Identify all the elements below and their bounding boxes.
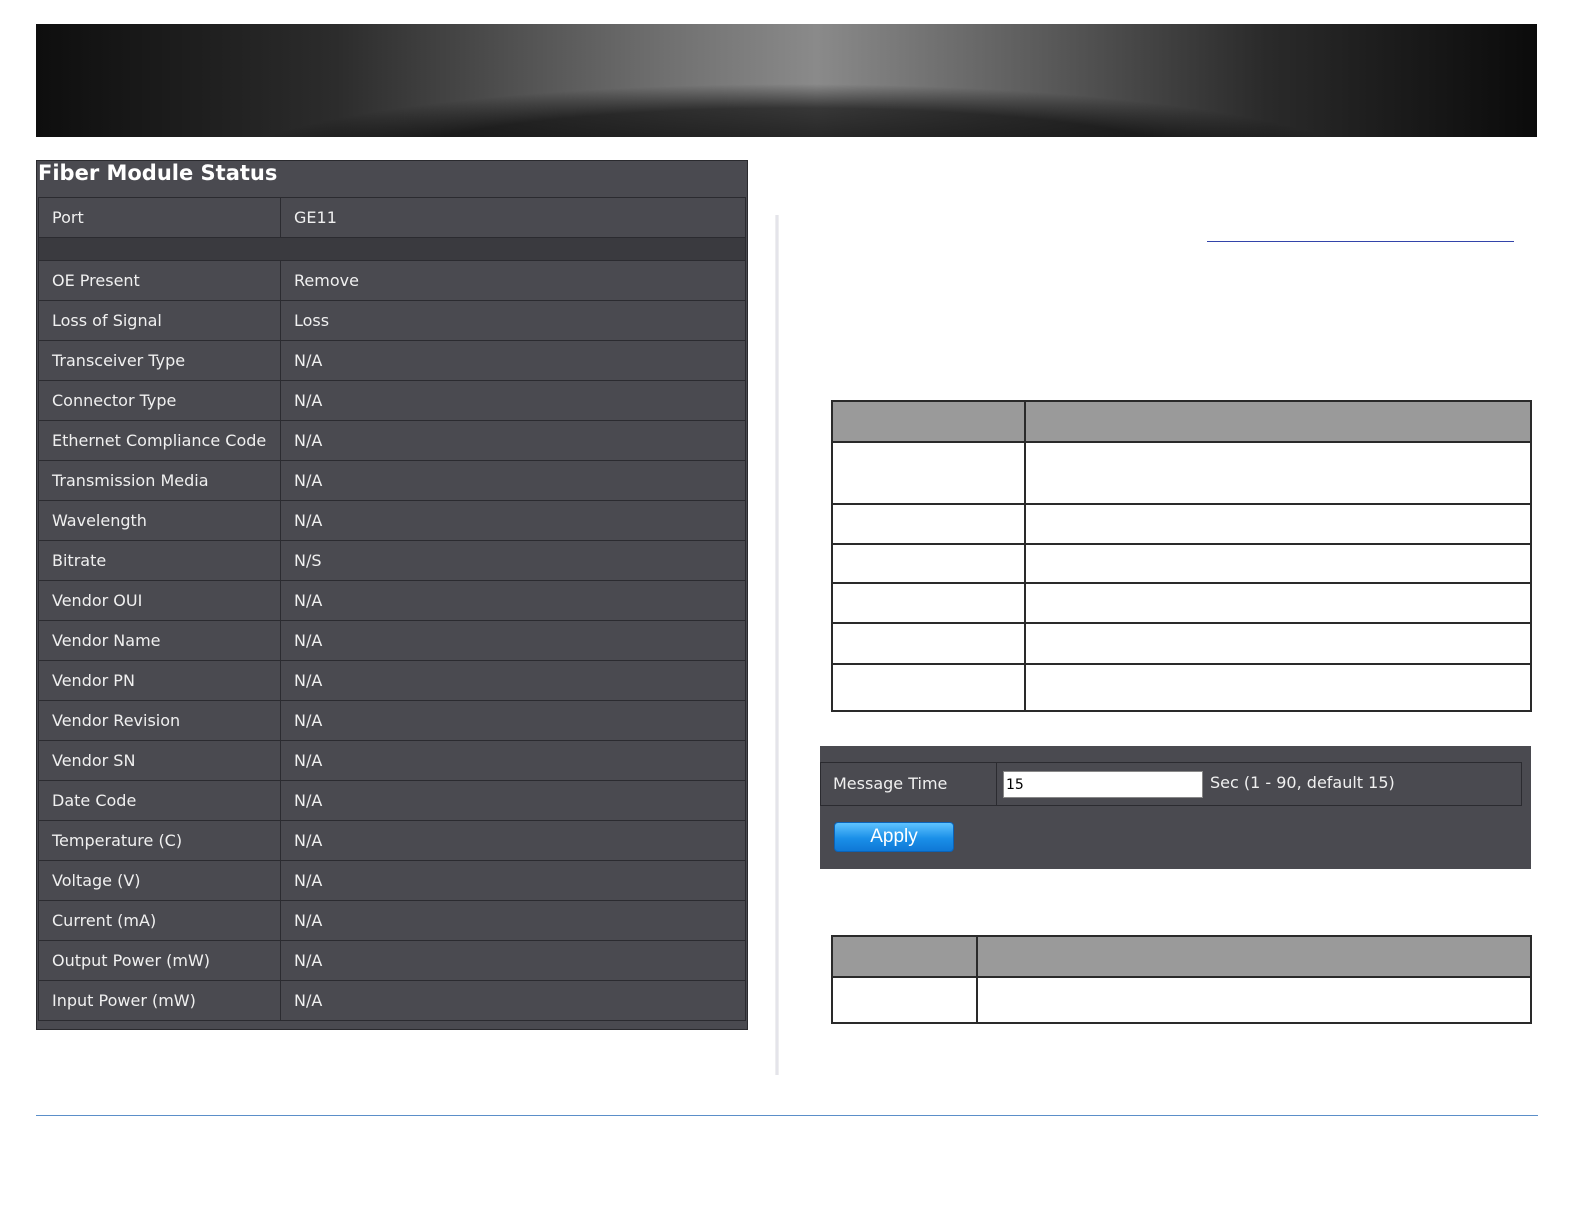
row-value: N/A bbox=[280, 980, 746, 1021]
table-row: Transceiver Type N/A bbox=[38, 340, 746, 381]
row-value: N/A bbox=[280, 340, 746, 381]
table-row bbox=[831, 543, 1532, 584]
row-label: Vendor Name bbox=[38, 620, 281, 661]
table-header-row bbox=[831, 935, 1532, 978]
row-label: OE Present bbox=[38, 260, 281, 301]
table-row: Loss of Signal Loss bbox=[38, 300, 746, 341]
table-row: Input Power (mW) N/A bbox=[38, 980, 746, 1021]
port-label: Port bbox=[38, 197, 281, 238]
row-label: Output Power (mW) bbox=[38, 940, 281, 981]
table-row: Vendor SN N/A bbox=[38, 740, 746, 781]
row-label: Voltage (V) bbox=[38, 860, 281, 901]
footer-rule bbox=[36, 1115, 1538, 1116]
table-row bbox=[831, 976, 1532, 1024]
row-label: Vendor SN bbox=[38, 740, 281, 781]
table-row: Vendor Name N/A bbox=[38, 620, 746, 661]
row-value: Remove bbox=[280, 260, 746, 301]
table-row: Date Code N/A bbox=[38, 780, 746, 821]
message-time-label: Message Time bbox=[833, 774, 948, 793]
vertical-divider bbox=[775, 215, 779, 1075]
apply-button[interactable]: Apply bbox=[834, 822, 954, 852]
table-separator bbox=[38, 237, 746, 261]
description-table-1 bbox=[831, 400, 1532, 712]
row-label: Current (mA) bbox=[38, 900, 281, 941]
row-label: Bitrate bbox=[38, 540, 281, 581]
row-value: N/A bbox=[280, 660, 746, 701]
row-value: N/A bbox=[280, 460, 746, 501]
row-label: Vendor Revision bbox=[38, 700, 281, 741]
table-row: Connector Type N/A bbox=[38, 380, 746, 421]
table-header-row bbox=[831, 400, 1532, 443]
message-time-input[interactable] bbox=[1003, 771, 1203, 798]
table-row: Bitrate N/S bbox=[38, 540, 746, 581]
table-row: Port GE11 bbox=[38, 197, 746, 238]
table-row bbox=[831, 622, 1532, 665]
row-label: Transmission Media bbox=[38, 460, 281, 501]
row-label: Wavelength bbox=[38, 500, 281, 541]
fiber-status-table: Port GE11 OE Present Remove Loss of Signa… bbox=[38, 197, 746, 1021]
row-value: N/A bbox=[280, 420, 746, 461]
row-value: N/A bbox=[280, 940, 746, 981]
table-row bbox=[831, 441, 1532, 505]
row-value: N/A bbox=[280, 740, 746, 781]
hyperlink-underline[interactable] bbox=[1207, 241, 1514, 242]
table-row: Output Power (mW) N/A bbox=[38, 940, 746, 981]
header-banner bbox=[36, 24, 1537, 137]
table-row: Vendor OUI N/A bbox=[38, 580, 746, 621]
message-time-hint: Sec (1 - 90, default 15) bbox=[1210, 773, 1395, 792]
table-row bbox=[831, 663, 1532, 712]
row-label: Date Code bbox=[38, 780, 281, 821]
table-row: Vendor Revision N/A bbox=[38, 700, 746, 741]
row-value: N/A bbox=[280, 900, 746, 941]
row-value: N/A bbox=[280, 820, 746, 861]
row-value: Loss bbox=[280, 300, 746, 341]
row-value: N/A bbox=[280, 780, 746, 821]
row-value: N/A bbox=[280, 700, 746, 741]
description-table-2 bbox=[831, 935, 1532, 1024]
fiber-module-status-panel: Fiber Module Status Port GE11 OE Present… bbox=[36, 160, 748, 1030]
table-row: Current (mA) N/A bbox=[38, 900, 746, 941]
row-value: N/S bbox=[280, 540, 746, 581]
table-row: Vendor PN N/A bbox=[38, 660, 746, 701]
row-label: Vendor PN bbox=[38, 660, 281, 701]
row-value: N/A bbox=[280, 580, 746, 621]
row-label: Loss of Signal bbox=[38, 300, 281, 341]
row-value: N/A bbox=[280, 500, 746, 541]
row-label: Connector Type bbox=[38, 380, 281, 421]
row-label: Temperature (C) bbox=[38, 820, 281, 861]
table-row: Transmission Media N/A bbox=[38, 460, 746, 501]
row-label: Input Power (mW) bbox=[38, 980, 281, 1021]
row-value: N/A bbox=[280, 860, 746, 901]
table-row bbox=[831, 582, 1532, 624]
row-divider bbox=[996, 762, 997, 806]
table-row: Ethernet Compliance Code N/A bbox=[38, 420, 746, 461]
panel-title: Fiber Module Status bbox=[37, 161, 747, 197]
table-row: Temperature (C) N/A bbox=[38, 820, 746, 861]
row-value: N/A bbox=[280, 620, 746, 661]
row-label: Transceiver Type bbox=[38, 340, 281, 381]
port-value: GE11 bbox=[280, 197, 746, 238]
row-label: Ethernet Compliance Code bbox=[38, 420, 281, 461]
row-value: N/A bbox=[280, 380, 746, 421]
table-row bbox=[831, 503, 1532, 545]
table-row: Voltage (V) N/A bbox=[38, 860, 746, 901]
row-label: Vendor OUI bbox=[38, 580, 281, 621]
table-row: OE Present Remove bbox=[38, 260, 746, 301]
table-row: Wavelength N/A bbox=[38, 500, 746, 541]
